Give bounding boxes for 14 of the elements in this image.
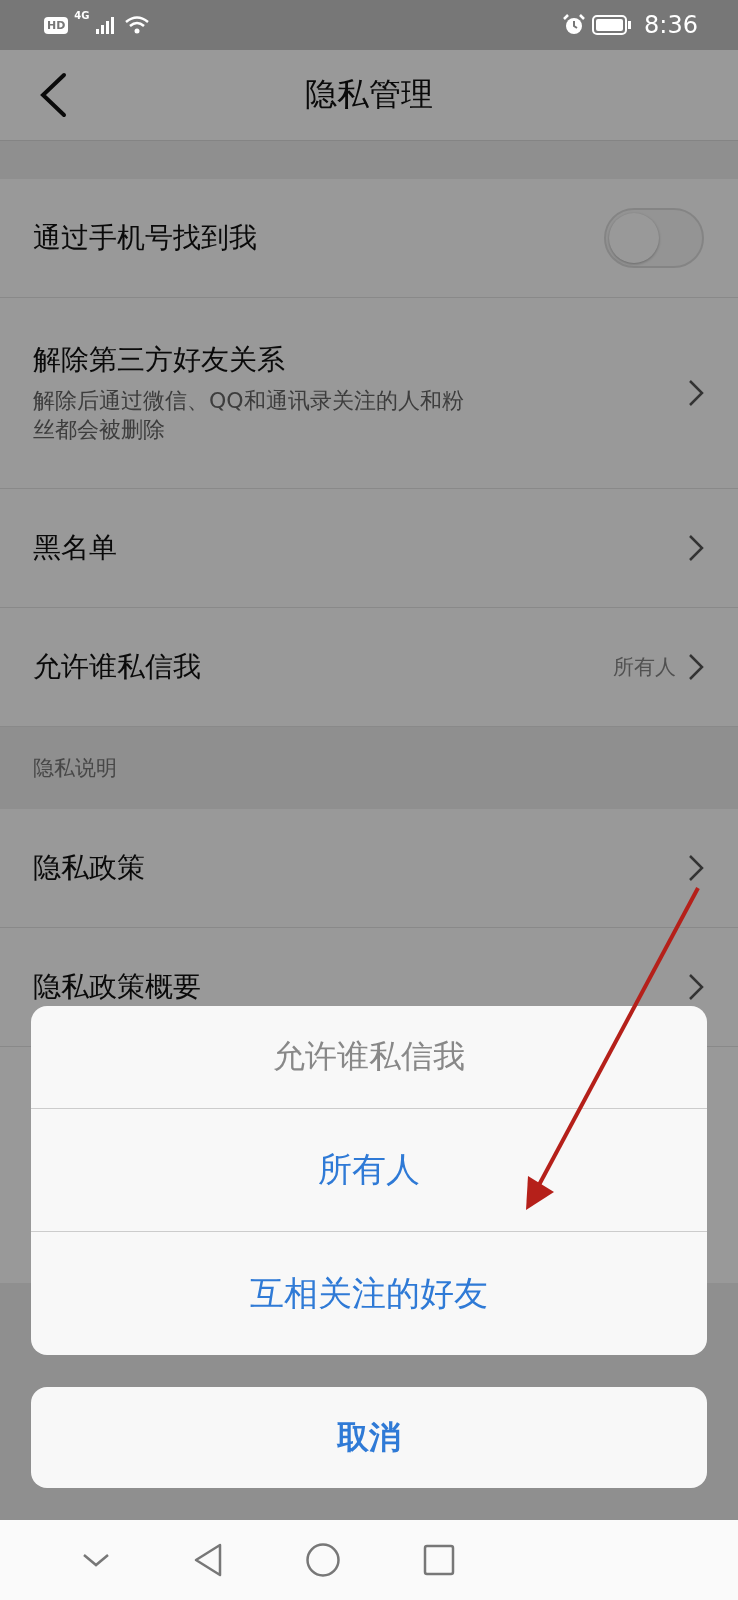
row-value: 所有人 [613, 654, 676, 681]
row-description: 解除后通过微信、QQ和通讯录关注的人和粉丝都会被删除 [33, 387, 465, 444]
row-label: 隐私政策概要 [33, 969, 202, 1005]
hd-badge: HD [44, 16, 69, 34]
row-label: 解除第三方好友关系 [33, 342, 286, 379]
clock-time: 8:36 [644, 11, 698, 39]
row-label: 通过手机号找到我 [33, 220, 258, 256]
section-header: 隐私说明 [32, 755, 118, 782]
row-label: 允许谁私信我 [33, 649, 202, 685]
row-label: 隐私政策 [33, 850, 146, 886]
page-title: 隐私管理 [305, 74, 433, 115]
network-label: 4G [74, 10, 90, 21]
sheet-title: 允许谁私信我 [31, 1006, 707, 1109]
row-label: 黑名单 [33, 530, 118, 566]
